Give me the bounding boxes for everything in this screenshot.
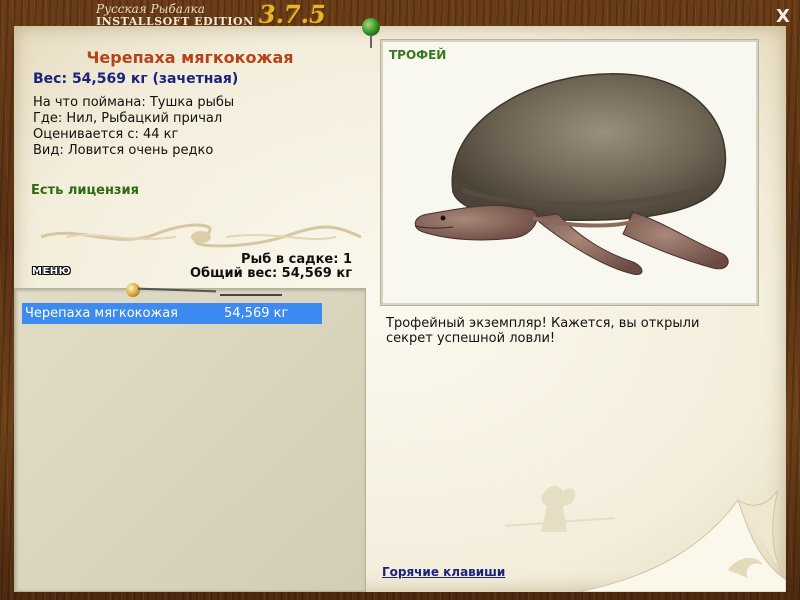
fish-bait: На что поймана: Тушка рыбы [33, 95, 235, 110]
fish-title: Черепаха мягкокожая [86, 48, 294, 67]
brand-title: Русская Рыбалка [96, 2, 205, 16]
list-item[interactable]: Черепаха мягкокожая 54,569 кг [22, 303, 322, 324]
brand-version: 3.7.5 [259, 0, 326, 29]
fish-weight: Вес: 54,569 кг (зачетная) [33, 71, 239, 87]
keepnet-count: Рыб в садке: 1 [240, 252, 352, 267]
keepnet-list[interactable]: Черепаха мягкокожая 54,569 кг [14, 288, 366, 592]
ornament-divider-icon [40, 223, 362, 248]
close-button[interactable]: X [772, 6, 794, 28]
gold-pushpin-icon [126, 283, 140, 297]
fish-location: Где: Нил, Рыбацкий причал [33, 111, 223, 126]
page-curl-icon [578, 489, 786, 592]
trophy-description: Трофейный экземпляр! Кажется, вы открыли… [386, 316, 700, 346]
list-item-name: Черепаха мягкокожая [25, 306, 178, 321]
list-item-weight: 54,569 кг [224, 306, 289, 321]
fish-valued-from: Оценивается с: 44 кг [33, 127, 179, 142]
trophy-frame: ТРОФЕЙ [381, 40, 758, 305]
license-status: Есть лицензия [31, 183, 139, 198]
hotkeys-link[interactable]: Горячие клавиши [382, 565, 505, 579]
fish-rarity: Вид: Ловится очень редко [33, 143, 214, 158]
menu-button[interactable]: МЕНЮ [32, 266, 71, 277]
fish-info-card: Черепаха мягкокожая Вес: 54,569 кг (заче… [14, 26, 372, 286]
softshell-turtle-icon [414, 73, 729, 276]
pushpin-needle-shadow [220, 294, 282, 296]
keepnet-total-weight: Общий вес: 54,569 кг [189, 266, 352, 281]
